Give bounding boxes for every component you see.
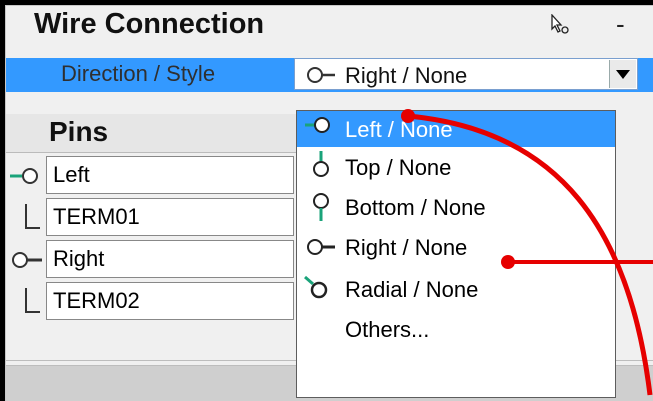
option-label: Top / None (345, 155, 452, 180)
left-pin-icon (10, 168, 38, 184)
option-label: Others... (345, 317, 430, 342)
minimize-button[interactable]: - (616, 9, 625, 40)
pins-section-header: Pins (6, 114, 296, 153)
option-label: Radial / None (345, 277, 479, 302)
option-others[interactable]: Others... (297, 311, 615, 347)
pin-name-cell[interactable]: TERM01 (46, 198, 294, 236)
pin-row-left[interactable]: Left (6, 156, 296, 196)
branch-icon (25, 288, 40, 313)
panel-title: Wire Connection (34, 8, 265, 40)
direction-style-value: Right / None (345, 63, 468, 88)
pin-name-cell[interactable]: Left (46, 156, 294, 194)
pin-row-term01[interactable]: TERM01 (6, 198, 296, 238)
pin-name-cell[interactable]: Right (46, 240, 294, 278)
option-label: Bottom / None (345, 195, 486, 220)
radial-pin-icon (304, 275, 328, 299)
direction-style-combobox[interactable]: Right / None (294, 58, 638, 90)
branch-icon (25, 204, 40, 229)
pin-name: TERM02 (53, 288, 140, 313)
pin-name: Right (53, 246, 105, 271)
pin-name: TERM01 (53, 204, 140, 229)
pointer-cursor-icon (551, 14, 569, 34)
option-bottom-none[interactable]: Bottom / None (297, 189, 615, 225)
pin-row-right[interactable]: Right (6, 240, 296, 280)
option-radial-none[interactable]: Radial / None (297, 271, 615, 307)
top-pin-icon (313, 151, 329, 177)
option-right-none[interactable]: Right / None (297, 229, 615, 265)
right-pin-icon (12, 252, 42, 268)
right-pin-icon (307, 239, 335, 255)
direction-style-label: Direction / Style (61, 61, 216, 86)
option-label: Right / None (345, 235, 468, 260)
pin-name: Left (53, 162, 90, 187)
direction-style-row: Direction / Style Right / None (6, 58, 653, 92)
option-left-none[interactable]: Left / None (297, 111, 615, 147)
right-pin-icon (307, 67, 335, 83)
option-label: Left / None (345, 117, 453, 142)
pins-title: Pins (49, 116, 109, 147)
chevron-down-icon (616, 70, 630, 79)
dropdown-toggle-button[interactable] (609, 60, 636, 88)
panel-titlebar: Wire Connection - (6, 6, 653, 56)
pin-name-cell[interactable]: TERM02 (46, 282, 294, 320)
pin-row-term02[interactable]: TERM02 (6, 282, 296, 322)
left-pin-icon (305, 117, 330, 133)
direction-style-dropdown-list: Left / None Top / None Bottom / None Rig… (296, 110, 616, 398)
bottom-pin-icon (313, 193, 329, 221)
option-top-none[interactable]: Top / None (297, 149, 615, 185)
